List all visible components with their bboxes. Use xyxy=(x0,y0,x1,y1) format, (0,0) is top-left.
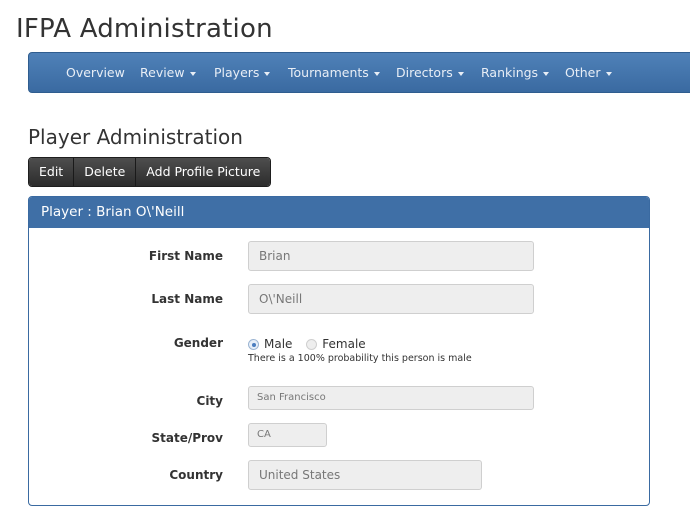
nav-item-other[interactable]: Other xyxy=(565,53,612,92)
nav-item-label: Overview xyxy=(66,65,125,80)
country-field[interactable]: United States xyxy=(248,460,482,490)
gender-radio-group: Male Female xyxy=(248,337,376,351)
gender-label: Gender xyxy=(173,336,223,350)
nav-item-label: Players xyxy=(214,65,260,80)
player-actions-toolbar: Edit Delete Add Profile Picture xyxy=(28,157,272,187)
panel-heading: Player : Brian O\'Neill xyxy=(29,197,649,228)
caret-down-icon xyxy=(457,71,464,76)
nav-item-tournaments[interactable]: Tournaments xyxy=(288,53,380,92)
gender-help-text: There is a 100% probability this person … xyxy=(248,353,472,364)
nav-item-label: Tournaments xyxy=(288,65,369,80)
delete-button[interactable]: Delete xyxy=(73,158,136,186)
nav-item-label: Rankings xyxy=(481,65,539,80)
caret-down-icon xyxy=(373,71,380,76)
caret-down-icon xyxy=(189,71,196,76)
nav-item-label: Review xyxy=(140,65,185,80)
male-radio[interactable] xyxy=(248,339,259,350)
nav-item-label: Other xyxy=(565,65,601,80)
state-field[interactable]: CA xyxy=(248,423,327,447)
first-name-field[interactable]: Brian xyxy=(248,241,534,271)
last-name-label: Last Name xyxy=(151,292,223,306)
caret-down-icon xyxy=(543,71,550,76)
male-radio-label[interactable]: Male xyxy=(264,337,292,351)
app-title: IFPA Administration xyxy=(16,14,273,44)
nav-item-review[interactable]: Review xyxy=(140,53,196,92)
add-profile-picture-button[interactable]: Add Profile Picture xyxy=(135,158,271,186)
country-label: Country xyxy=(169,468,223,482)
last-name-field[interactable]: O\'Neill xyxy=(248,284,534,314)
player-panel: Player : Brian O\'Neill First Name Brian… xyxy=(28,196,650,506)
nav-item-players[interactable]: Players xyxy=(214,53,271,92)
edit-button[interactable]: Edit xyxy=(29,158,74,186)
nav-item-overview[interactable]: Overview xyxy=(66,53,125,92)
main-navbar: Overview Review Players Tournaments Dire… xyxy=(28,52,690,93)
city-field[interactable]: San Francisco xyxy=(248,386,534,410)
nav-item-rankings[interactable]: Rankings xyxy=(481,53,550,92)
caret-down-icon xyxy=(264,71,271,76)
caret-down-icon xyxy=(605,71,612,76)
female-radio[interactable] xyxy=(306,339,318,350)
page-title: Player Administration xyxy=(28,125,243,149)
nav-item-directors[interactable]: Directors xyxy=(396,53,464,92)
first-name-label: First Name xyxy=(148,249,223,263)
state-label: State/Prov xyxy=(151,431,223,445)
city-label: City xyxy=(196,394,223,408)
female-radio-label[interactable]: Female xyxy=(322,337,365,351)
nav-item-label: Directors xyxy=(396,65,453,80)
